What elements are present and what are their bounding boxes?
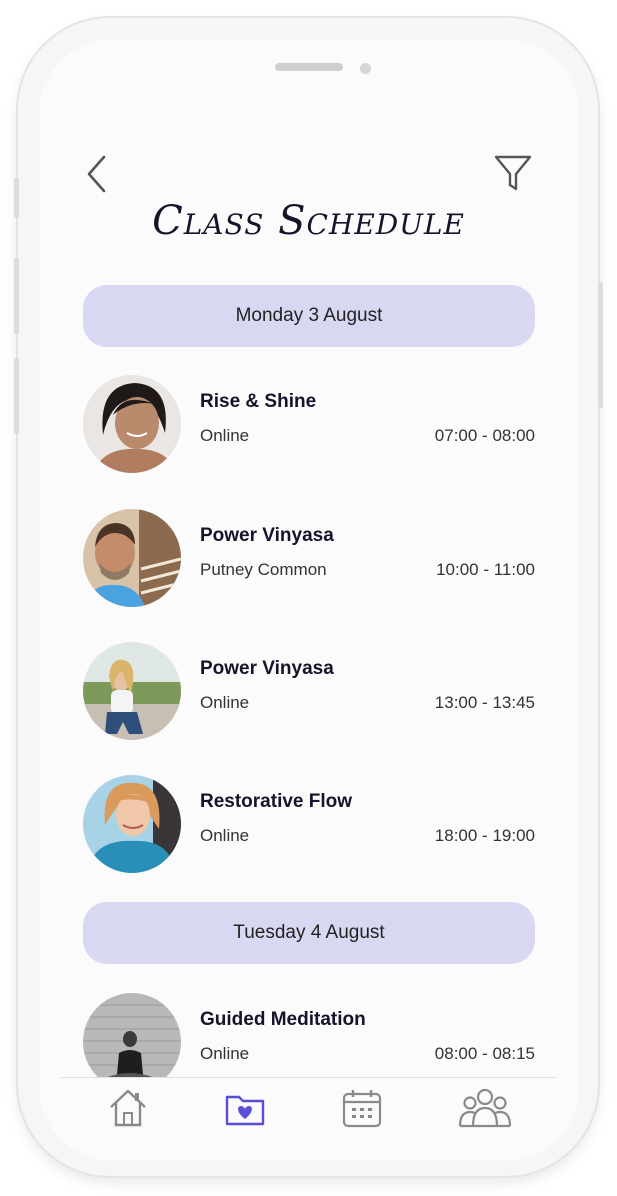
home-icon bbox=[110, 1089, 146, 1127]
class-list-item[interactable]: Guided Meditation Online 08:00 - 08:15 bbox=[83, 993, 535, 1077]
class-list-item[interactable]: Rise & Shine Online 07:00 - 08:00 bbox=[83, 375, 535, 475]
community-icon bbox=[458, 1088, 512, 1128]
day-header-monday: Monday 3 August bbox=[83, 285, 535, 347]
class-location: Online bbox=[200, 1044, 250, 1063]
class-location: Online bbox=[200, 826, 250, 845]
class-location: Online bbox=[200, 426, 250, 445]
class-time: 07:00 - 08:00 bbox=[434, 426, 535, 445]
volume-up-button bbox=[14, 258, 19, 334]
class-list-item[interactable]: Power Vinyasa Putney Common 10:00 - 11:0… bbox=[83, 509, 535, 609]
page-title: Class Schedule bbox=[152, 198, 465, 244]
chevron-left-icon bbox=[87, 155, 106, 193]
favorites-folder-icon bbox=[225, 1095, 265, 1126]
instructor-avatar bbox=[83, 509, 181, 607]
class-list-item[interactable]: Restorative Flow Online 18:00 - 19:00 bbox=[83, 775, 535, 875]
instructor-avatar bbox=[83, 993, 181, 1077]
power-button bbox=[598, 282, 603, 408]
class-location: Putney Common bbox=[200, 560, 327, 579]
class-name: Guided Meditation bbox=[200, 1009, 366, 1030]
class-name: Restorative Flow bbox=[200, 791, 353, 812]
filter-icon bbox=[494, 155, 532, 191]
class-time: 13:00 - 13:45 bbox=[434, 693, 535, 712]
tab-home[interactable] bbox=[106, 1086, 150, 1130]
class-time: 08:00 - 08:15 bbox=[434, 1044, 535, 1063]
instructor-avatar bbox=[83, 375, 181, 473]
tab-favorites[interactable] bbox=[223, 1086, 267, 1130]
class-time: 10:00 - 11:00 bbox=[436, 560, 535, 579]
class-name: Rise & Shine bbox=[200, 391, 317, 412]
class-name: Power Vinyasa bbox=[200, 658, 334, 679]
back-button[interactable] bbox=[84, 154, 112, 194]
calendar-icon bbox=[342, 1090, 382, 1128]
class-time: 18:00 - 19:00 bbox=[434, 826, 535, 845]
class-list-item[interactable]: Power Vinyasa Online 13:00 - 13:45 bbox=[83, 642, 535, 742]
tab-community[interactable] bbox=[458, 1086, 512, 1130]
instructor-avatar bbox=[83, 775, 181, 873]
class-location: Online bbox=[200, 693, 250, 712]
bottom-tab-bar bbox=[60, 1077, 557, 1136]
instructor-avatar bbox=[83, 642, 181, 740]
speaker-grille bbox=[275, 63, 343, 71]
day-header-tuesday: Tuesday 4 August bbox=[83, 902, 535, 964]
front-camera bbox=[360, 63, 371, 74]
tab-calendar[interactable] bbox=[340, 1086, 384, 1130]
volume-down-button bbox=[14, 358, 19, 434]
filter-button[interactable] bbox=[493, 153, 533, 193]
class-name: Power Vinyasa bbox=[200, 525, 334, 546]
